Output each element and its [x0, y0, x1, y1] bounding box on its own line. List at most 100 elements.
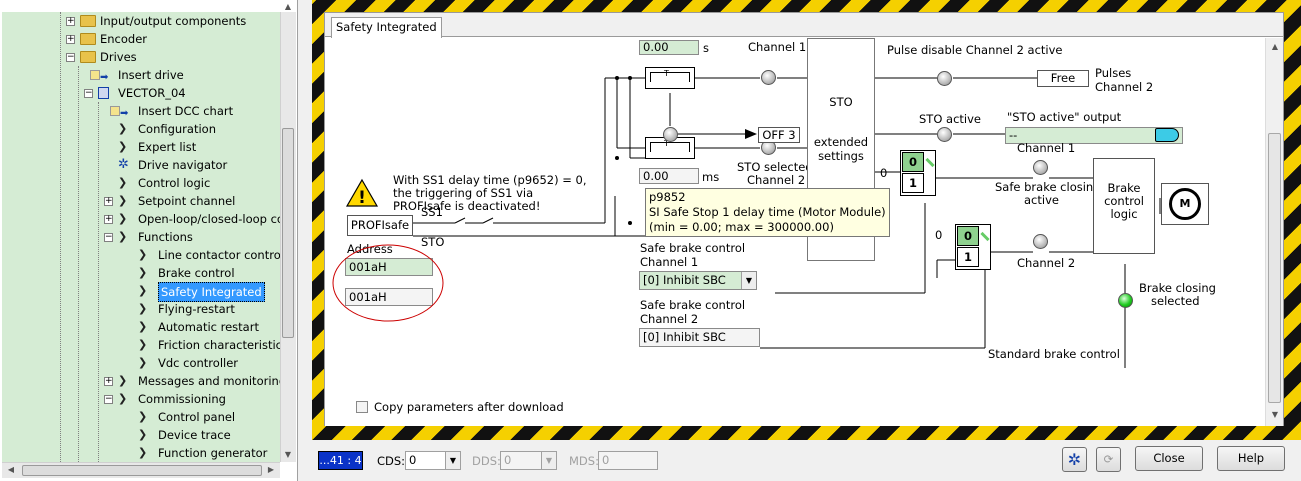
safety-integrated-dialog: Safety Integrated ! With SS1 delay time … [324, 12, 1284, 426]
sbc-channel2-lamp [1033, 234, 1048, 249]
sbc2-label-line2: Channel 2 [640, 312, 699, 326]
highlight-ellipse [332, 244, 444, 322]
tree-item[interactable]: − ❯ Functions [2, 228, 280, 246]
sto-active-label: STO active [919, 112, 981, 126]
sbc-channel2-field[interactable]: [0] Inhibit SBC [639, 328, 760, 347]
tree-item[interactable]: ❯ Control panel [2, 408, 280, 426]
mds-field[interactable]: 0 [598, 451, 658, 470]
tree-item[interactable]: ❯ Vdc controller [2, 354, 280, 372]
tree-item[interactable]: ❯ Friction characteristic [2, 336, 280, 354]
tree-item[interactable]: ❯ Function generator [2, 444, 280, 462]
scroll-left-arrow-icon[interactable]: ◀ [4, 463, 18, 477]
sto-selected-line1: STO selected [737, 160, 813, 174]
tree-item-label: Control logic [138, 176, 211, 190]
tree-item[interactable]: + ❯ Open-loop/closed-loop co [2, 210, 280, 228]
time1-unit: s [703, 41, 709, 55]
tree-item-label: Brake control [158, 266, 235, 280]
expand-icon[interactable]: + [66, 35, 75, 44]
sbc-channel1-right-label: Channel 1 [1017, 141, 1076, 155]
tree-item-label: Safety Integrated [158, 282, 265, 302]
channel1-switch-top: T [645, 67, 695, 89]
switch1-zero: 0 [902, 152, 924, 172]
chevron-icon: ❯ [138, 302, 148, 315]
folder-icon [80, 33, 96, 45]
chevron-icon: ❯ [118, 122, 128, 135]
tree-item-label: Control panel [158, 410, 236, 424]
chevron-down-icon[interactable]: ▼ [445, 452, 460, 469]
tree-item[interactable]: − ❯ Commissioning [2, 390, 280, 408]
chevron-icon: ❯ [118, 230, 128, 243]
collapse-icon[interactable]: − [104, 233, 113, 242]
cds-select[interactable]: 0 ▼ [405, 451, 461, 470]
channel1-status-lamp [761, 70, 776, 85]
tree-item-label: Line contactor control [158, 248, 280, 262]
copy-params-checkbox[interactable] [356, 401, 368, 413]
tree-item[interactable]: ❯ Device trace [2, 426, 280, 444]
chevron-down-icon[interactable]: ▼ [541, 452, 556, 469]
tree-item-label: Input/output components [100, 14, 247, 28]
expand-icon[interactable]: + [104, 197, 113, 206]
scroll-down-arrow-icon[interactable]: ▼ [281, 448, 295, 462]
sbc-channel1-select[interactable]: [0] Inhibit SBC ▼ [639, 271, 757, 290]
tree-item-label: Drives [100, 50, 137, 64]
expand-icon[interactable]: + [104, 377, 113, 386]
gear-icon[interactable]: ✲ [1062, 447, 1087, 472]
close-button[interactable]: Close [1135, 446, 1203, 471]
dialog-scroll-thumb[interactable] [1268, 133, 1281, 403]
tab-safety-integrated[interactable]: Safety Integrated [331, 17, 442, 38]
tree-item-label: Flying-restart [158, 302, 235, 316]
tree-item[interactable]: ❯ Configuration [2, 120, 280, 138]
safe-brake-closing-line1: Safe brake closing [995, 180, 1101, 194]
tree-vertical-scroll-thumb[interactable] [282, 128, 294, 338]
dds-select[interactable]: 0 ▼ [500, 451, 557, 470]
chevron-down-icon[interactable]: ▼ [741, 272, 756, 289]
tree-item[interactable]: + Encoder [2, 30, 280, 48]
pulse-disable-lamp [937, 71, 952, 86]
tree-item[interactable]: ❯ Expert list [2, 138, 280, 156]
diagram-canvas: ! With SS1 delay time (p9652) = 0, the t… [325, 38, 1265, 426]
ss1-status-lamp [663, 127, 678, 142]
expand-icon[interactable]: + [66, 17, 75, 26]
tree-item[interactable]: − VECTOR_04 [2, 84, 280, 102]
tree-horizontal-scroll-thumb[interactable] [22, 465, 262, 476]
motor-icon: M [1169, 188, 1201, 220]
profisafe-block[interactable]: PROFIsafe [347, 215, 413, 236]
refresh-icon[interactable]: ⟳ [1096, 447, 1121, 472]
warning-text-line1: With SS1 delay time (p9652) = 0, [393, 173, 587, 187]
tree-item-label: Setpoint channel [138, 194, 236, 208]
collapse-icon[interactable]: − [104, 395, 113, 404]
collapse-icon[interactable]: − [66, 53, 75, 62]
chevron-icon: ❯ [118, 176, 128, 189]
sbc1-select-value: [0] Inhibit SBC [643, 273, 726, 287]
tree-item[interactable]: ❯ Control logic [2, 174, 280, 192]
tree-item[interactable]: + ❯ Messages and monitoring [2, 372, 280, 390]
tree-item[interactable]: ➡ Insert drive [2, 66, 280, 84]
scroll-down-arrow-icon[interactable]: ▼ [1268, 408, 1282, 422]
expand-icon[interactable]: + [104, 215, 113, 224]
tree-item[interactable]: ✲ Drive navigator [2, 156, 280, 174]
help-button[interactable]: Help [1217, 446, 1285, 471]
chevron-icon: ❯ [118, 392, 128, 405]
scroll-right-arrow-icon[interactable]: ▶ [264, 463, 278, 477]
dialog-vertical-scrollbar[interactable]: ▲ ▼ [1265, 38, 1283, 426]
collapse-icon[interactable]: − [84, 89, 93, 98]
tree-item[interactable]: ❯ Safety Integrated [2, 282, 280, 302]
tree-item[interactable]: ❯ Line contactor control [2, 246, 280, 264]
ss1-delay-time-field[interactable]: 0.00 [639, 40, 699, 55]
tree-item[interactable]: − Drives [2, 48, 280, 66]
tree-item[interactable]: ❯ Flying-restart [2, 300, 280, 318]
brake-closing-line1: Brake closing [1139, 281, 1216, 295]
chevron-icon: ❯ [138, 320, 148, 333]
tree-item[interactable]: ➡ Insert DCC chart [2, 102, 280, 120]
off3-block: OFF 3 [758, 127, 800, 143]
scroll-up-arrow-icon[interactable]: ▲ [281, 0, 295, 14]
tree-item[interactable]: + Input/output components [2, 12, 280, 30]
tree-item-label: Functions [138, 230, 193, 244]
output-connect-button[interactable] [1155, 128, 1179, 142]
delay-time-ms-field[interactable]: 0.00 [639, 168, 699, 184]
scroll-up-arrow-icon[interactable]: ▲ [1268, 40, 1282, 54]
tree-item[interactable]: + ❯ Setpoint channel [2, 192, 280, 210]
tree-item[interactable]: ❯ Brake control [2, 264, 280, 282]
tree-item[interactable]: ❯ Automatic restart [2, 318, 280, 336]
safe-brake-closing-line2: active [1024, 193, 1059, 207]
